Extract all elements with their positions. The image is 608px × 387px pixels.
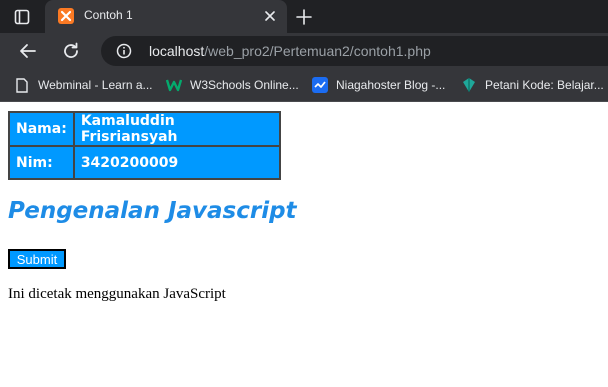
tab-strip: Contoh 1 bbox=[0, 0, 608, 33]
output-text: Ini dicetak menggunakan JavaScript bbox=[8, 286, 226, 302]
page-content: Nama: Kamaluddin Frisriansyah Nim: 34202… bbox=[0, 102, 608, 387]
name-label: Nama: bbox=[9, 112, 74, 146]
niagahoster-icon bbox=[312, 77, 328, 93]
bookmark-petanikode[interactable]: Petani Kode: Belajar... bbox=[461, 76, 604, 94]
bookmark-label: W3Schools Online... bbox=[190, 78, 299, 92]
nim-label: Nim: bbox=[9, 146, 74, 179]
bookmark-label: Webminal - Learn a... bbox=[38, 78, 153, 92]
bookmarks-bar: Webminal - Learn a... W3Schools Online..… bbox=[0, 69, 608, 102]
bookmark-webminal[interactable]: Webminal - Learn a... bbox=[14, 76, 153, 94]
bookmark-label: Niagahoster Blog -... bbox=[336, 78, 446, 92]
browser-toolbar: localhost/web_pro2/Pertemuan2/contoh1.ph… bbox=[0, 33, 608, 69]
table-row: Nim: 3420200009 bbox=[9, 146, 280, 179]
submit-button[interactable]: Submit bbox=[8, 249, 66, 269]
xampp-icon bbox=[58, 8, 74, 24]
reload-icon[interactable] bbox=[60, 40, 82, 62]
petanikode-icon bbox=[461, 77, 477, 93]
new-tab-icon[interactable] bbox=[295, 8, 313, 26]
close-icon[interactable] bbox=[263, 9, 277, 23]
info-icon[interactable] bbox=[115, 42, 133, 60]
bookmark-w3schools[interactable]: W3Schools Online... bbox=[166, 76, 299, 94]
url-path: /web_pro2/Pertemuan2/contoh1.php bbox=[204, 43, 431, 59]
tab-contoh-1[interactable]: Contoh 1 bbox=[45, 0, 287, 33]
tab-title: Contoh 1 bbox=[84, 8, 133, 22]
tab-search-icon[interactable] bbox=[12, 7, 32, 27]
student-info-table: Nama: Kamaluddin Frisriansyah Nim: 34202… bbox=[8, 111, 281, 180]
address-bar[interactable]: localhost/web_pro2/Pertemuan2/contoh1.ph… bbox=[101, 36, 608, 66]
nim-value: 3420200009 bbox=[73, 146, 280, 179]
url-host: localhost bbox=[149, 43, 205, 59]
bookmark-label: Petani Kode: Belajar... bbox=[485, 78, 604, 92]
url-text: localhost/web_pro2/Pertemuan2/contoh1.ph… bbox=[149, 43, 431, 59]
w3schools-icon bbox=[166, 77, 182, 93]
name-value: Kamaluddin Frisriansyah bbox=[73, 112, 280, 146]
back-arrow-icon[interactable] bbox=[17, 40, 39, 62]
page-icon bbox=[14, 77, 30, 93]
table-row: Nama: Kamaluddin Frisriansyah bbox=[9, 112, 280, 146]
bookmark-niagahoster[interactable]: Niagahoster Blog -... bbox=[312, 76, 445, 94]
page-heading: Pengenalan Javascript bbox=[8, 198, 297, 224]
